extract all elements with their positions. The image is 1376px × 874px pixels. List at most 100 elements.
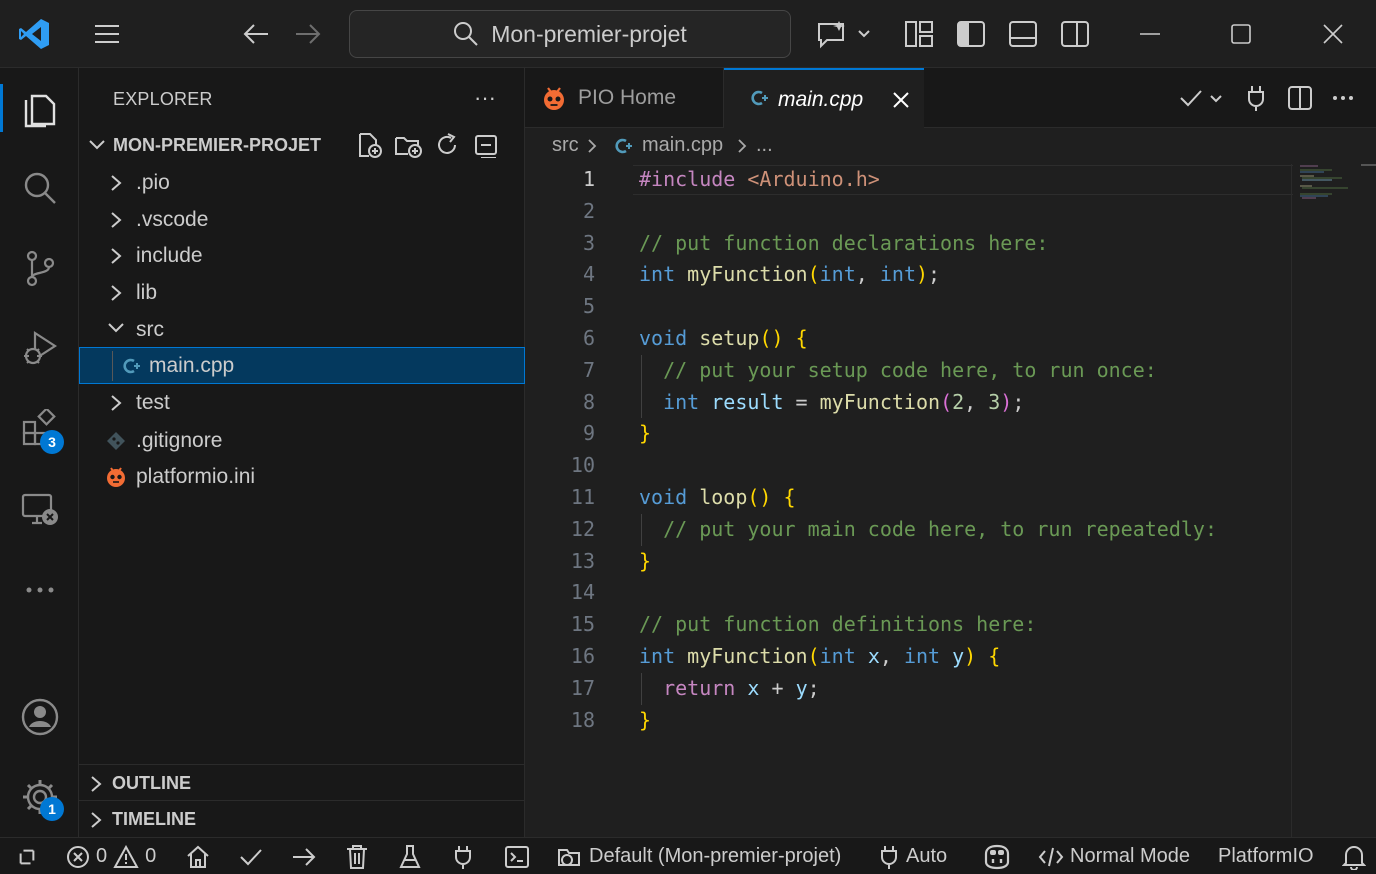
project-header[interactable]: MON-PREMIER-PROJET [79, 128, 525, 162]
breadcrumb-file[interactable]: main.cpp [642, 134, 723, 157]
pio-upload-icon[interactable] [291, 838, 317, 874]
chevron-right-icon [111, 175, 122, 191]
tree-file-platformio-ini[interactable]: platformio.ini [79, 459, 525, 495]
remote-explorer-icon[interactable] [0, 478, 79, 542]
mode-label: Normal Mode [1070, 845, 1191, 867]
chevron-right-icon [111, 248, 122, 264]
line-number: 14 [570, 580, 595, 605]
tree-file-gitignore[interactable]: .gitignore [79, 423, 525, 459]
run-debug-icon[interactable] [0, 316, 79, 380]
tree-folder-lib[interactable]: lib [79, 275, 525, 311]
timeline-section-header[interactable]: TIMELINE [79, 800, 525, 836]
code-line-1: #include <Arduino.h> [639, 167, 880, 191]
collapse-all-icon[interactable] [472, 131, 500, 159]
copilot-status-icon[interactable] [982, 838, 1012, 874]
editor-tab-bar: PIO Home main.cpp [525, 68, 1376, 129]
forward-arrow-icon[interactable] [291, 17, 325, 51]
outline-section-header[interactable]: OUTLINE [79, 764, 525, 800]
notifications-bell-icon[interactable] [1342, 838, 1366, 874]
toggle-secondary-sidebar-icon[interactable] [1058, 17, 1092, 51]
line-number: 17 [570, 675, 595, 700]
tree-folder-test[interactable]: test [79, 385, 525, 421]
chevron-right-icon [111, 285, 122, 301]
extensions-icon[interactable]: 3 [0, 396, 79, 460]
customize-layout-icon[interactable] [902, 17, 936, 51]
pio-terminal-icon[interactable] [504, 838, 530, 874]
breadcrumb-folder[interactable]: src [552, 134, 579, 157]
line-number: 7 [582, 357, 595, 382]
accounts-icon[interactable] [0, 685, 79, 749]
tree-file-main-cpp[interactable]: main.cpp [79, 347, 525, 384]
pio-clean-trash-icon[interactable] [345, 838, 369, 874]
checkmark-dropdown-icon[interactable] [1179, 88, 1225, 108]
timeline-label: TIMELINE [112, 809, 196, 829]
git-file-icon [107, 432, 125, 450]
code-line-16: int myFunction(int x, int y) { [639, 644, 1001, 668]
menu-icon[interactable] [90, 17, 124, 51]
back-arrow-icon[interactable] [239, 17, 273, 51]
editor-mode-status[interactable]: Normal Mode [1038, 838, 1190, 874]
tree-item-label: include [136, 244, 203, 267]
close-window-icon[interactable] [1316, 17, 1350, 51]
code-line-18: } [639, 707, 652, 732]
command-center-search[interactable]: Mon-premier-projet [349, 10, 791, 58]
new-file-icon[interactable] [355, 131, 383, 159]
tree-item-label: lib [136, 281, 158, 304]
minimize-icon[interactable] [1133, 17, 1167, 51]
remote-indicator-icon[interactable] [14, 838, 40, 874]
tree-folder-include[interactable]: include [79, 238, 525, 274]
code-editor[interactable]: 1 2 3 4 5 6 7 8 9 10 11 12 13 14 15 16 17 18 #include <Ar… [525, 164, 1376, 837]
outline-label: OUTLINE [112, 773, 191, 793]
breadcrumb-symbol[interactable]: ... [756, 134, 773, 157]
indent-guide [112, 351, 113, 381]
cpp-file-icon [751, 90, 768, 106]
port-switcher[interactable]: Auto [878, 838, 947, 874]
tree-item-label: main.cpp [149, 354, 235, 377]
plug-icon[interactable] [1245, 84, 1267, 112]
project-name: MON-PREMIER-PROJET [113, 134, 322, 155]
line-number: 1 [582, 167, 595, 191]
project-environment-switcher[interactable]: Default (Mon-premier-projet) [557, 838, 841, 874]
tree-folder-src[interactable]: src [79, 312, 525, 348]
chevron-right-icon [91, 776, 102, 792]
explorer-icon[interactable] [0, 76, 79, 140]
explorer-more-actions[interactable]: ··· [474, 85, 496, 111]
tab-pio-home[interactable]: PIO Home [525, 68, 724, 128]
chevron-down-icon [108, 323, 124, 333]
pio-test-flask-icon[interactable] [398, 838, 422, 874]
chevron-right-icon [111, 395, 122, 411]
problems-status[interactable]: 0 0 [66, 838, 156, 874]
refresh-icon[interactable] [433, 131, 461, 159]
minimap[interactable] [1291, 164, 1361, 837]
toggle-panel-icon[interactable] [1006, 17, 1040, 51]
source-control-icon[interactable] [0, 236, 79, 300]
settings-badge: 1 [40, 797, 64, 821]
more-actions-icon[interactable] [1332, 95, 1354, 101]
close-tab-icon[interactable] [892, 91, 910, 109]
pio-build-icon[interactable] [238, 838, 264, 874]
tree-folder-pio[interactable]: .pio [79, 165, 525, 201]
code-line-7: // put your setup code here, to run once… [663, 357, 1157, 382]
copilot-chat-icon[interactable] [814, 17, 874, 51]
line-number: 18 [570, 707, 595, 732]
scrollbar-indicator[interactable] [1361, 164, 1376, 166]
split-editor-icon[interactable] [1287, 85, 1313, 111]
line-number: 3 [582, 230, 595, 255]
code-line-6: void setup() { [639, 326, 808, 350]
tree-item-label: test [136, 391, 170, 414]
error-count: 0 [96, 845, 108, 867]
tree-folder-vscode[interactable]: .vscode [79, 202, 525, 238]
toggle-primary-sidebar-icon[interactable] [954, 17, 988, 51]
new-folder-icon[interactable] [394, 131, 422, 159]
tab-label: main.cpp [778, 88, 864, 111]
tab-main-cpp[interactable]: main.cpp [724, 68, 924, 129]
pio-home-icon[interactable] [185, 838, 211, 874]
line-number: 13 [570, 548, 595, 573]
maximize-icon[interactable] [1224, 17, 1258, 51]
manage-gear-icon[interactable]: 1 [0, 765, 79, 829]
platformio-status[interactable]: PlatformIO [1218, 838, 1314, 874]
search-icon[interactable] [0, 156, 79, 220]
pio-serial-monitor-plug-icon[interactable] [452, 838, 474, 874]
title-bar: Mon-premier-projet [0, 0, 1376, 68]
more-views-icon[interactable] [0, 558, 79, 622]
